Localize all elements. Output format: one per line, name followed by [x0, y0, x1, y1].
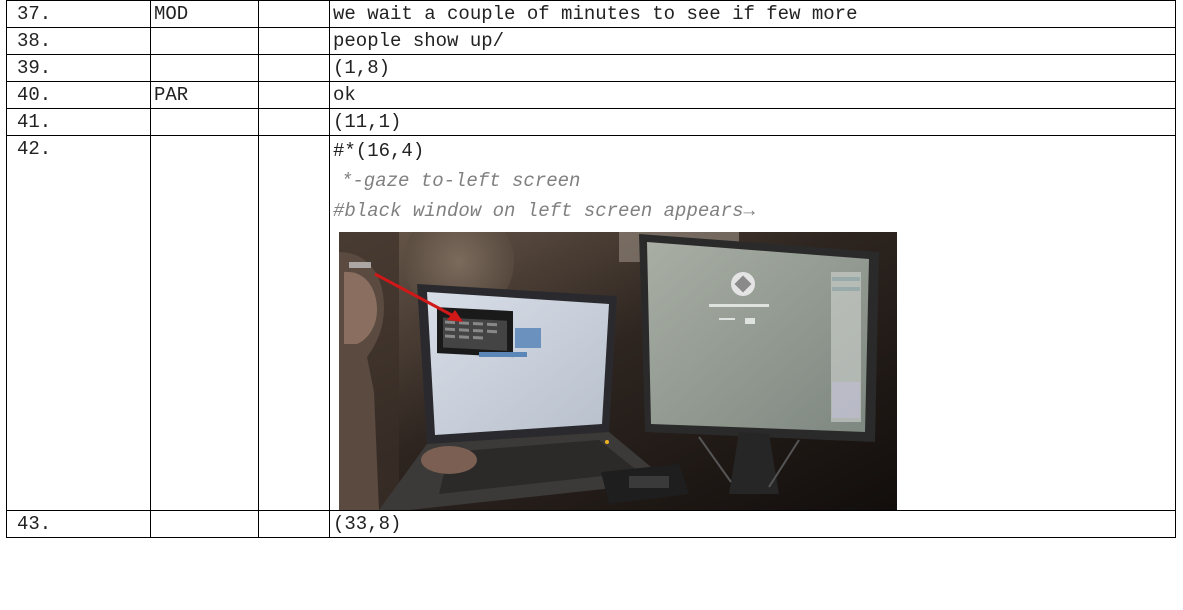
pause-duration: #*(16,4)	[333, 140, 425, 162]
right-arrow-icon: →	[743, 200, 755, 222]
line-number: 40.	[6, 81, 151, 109]
event-annotation-text: #black window on left screen appears	[333, 200, 744, 222]
table-row: 43. (33,8)	[6, 510, 1176, 538]
pause-duration: (33,8)	[329, 510, 1176, 538]
utterance-text: people show up/	[329, 27, 1176, 55]
speaker-label: PAR	[150, 81, 259, 109]
multimodal-cell: #*(16,4) *-gaze to-left screen #black wi…	[329, 135, 1176, 511]
speaker-label	[150, 54, 259, 82]
empty-cell	[258, 108, 330, 136]
speaker-label: MOD	[150, 0, 259, 28]
table-row: 37. MOD we wait a couple of minutes to s…	[6, 0, 1176, 28]
transcript-table: 37. MOD we wait a couple of minutes to s…	[6, 0, 1176, 538]
empty-cell	[258, 135, 330, 511]
line-number: 39.	[6, 54, 151, 82]
utterance-text: we wait a couple of minutes to see if fe…	[329, 0, 1176, 28]
line-number: 42.	[6, 135, 151, 511]
line-number: 41.	[6, 108, 151, 136]
line-number: 43.	[6, 510, 151, 538]
empty-cell	[258, 81, 330, 109]
speaker-label	[150, 510, 259, 538]
table-row: 42. #*(16,4) *-gaze to-left screen #blac…	[6, 135, 1176, 511]
video-still-image	[339, 232, 897, 510]
speaker-label	[150, 135, 259, 511]
table-row: 38. people show up/	[6, 27, 1176, 55]
table-row: 40. PAR ok	[6, 81, 1176, 109]
pause-duration: (1,8)	[329, 54, 1176, 82]
utterance-text: ok	[329, 81, 1176, 109]
speaker-label	[150, 27, 259, 55]
speaker-label	[150, 108, 259, 136]
gaze-annotation: *-gaze to-left screen	[341, 170, 581, 192]
empty-cell	[258, 0, 330, 28]
pause-duration: (11,1)	[329, 108, 1176, 136]
table-row: 41. (11,1)	[6, 108, 1176, 136]
empty-cell	[258, 27, 330, 55]
empty-cell	[258, 510, 330, 538]
empty-cell	[258, 54, 330, 82]
line-number: 38.	[6, 27, 151, 55]
table-row: 39. (1,8)	[6, 54, 1176, 82]
event-annotation: #black window on left screen appears→	[333, 196, 1175, 226]
line-number: 37.	[6, 0, 151, 28]
